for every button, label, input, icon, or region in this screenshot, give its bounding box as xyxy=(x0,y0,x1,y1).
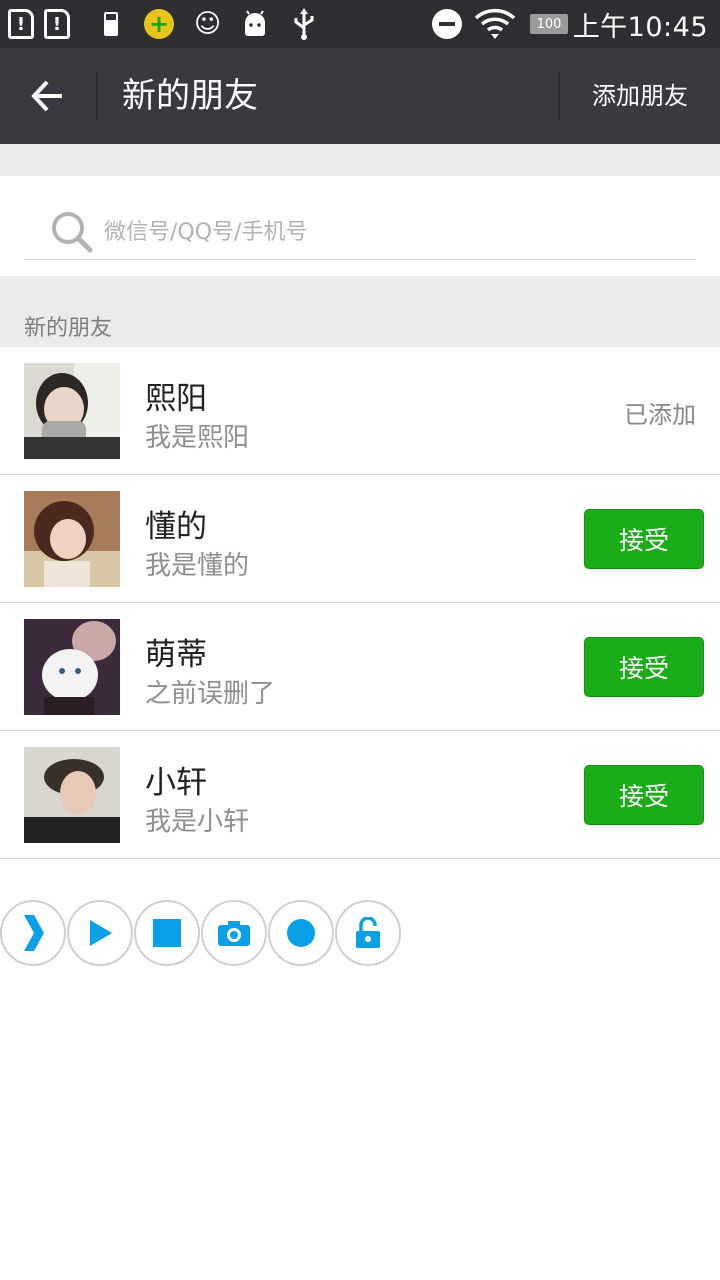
sim1-alert-icon: ! xyxy=(8,6,34,42)
friend-message: 我是熙阳 xyxy=(145,423,250,453)
list-item[interactable]: 懂的 我是懂的 接受 xyxy=(0,475,720,603)
expand-icon xyxy=(24,915,44,951)
camera-button[interactable] xyxy=(201,900,267,966)
friend-message: 我是小轩 xyxy=(145,807,250,837)
section-title: 新的朋友 xyxy=(24,316,113,341)
status-bar: ! ! + ☺ 100 上午10:45 xyxy=(0,0,720,48)
search-box[interactable] xyxy=(24,204,696,260)
accept-button[interactable]: 接受 xyxy=(584,637,704,697)
search-icon xyxy=(52,212,93,253)
toolbar-divider xyxy=(558,72,560,120)
dnd-icon xyxy=(432,6,462,42)
section-header: 新的朋友 xyxy=(0,276,720,347)
friend-name: 萌蒂 xyxy=(145,637,207,673)
add-friend-button[interactable]: 添加朋友 xyxy=(592,48,688,144)
list-item[interactable]: 小轩 我是小轩 接受 xyxy=(0,731,720,859)
security-app-icon: + xyxy=(144,6,174,42)
list-item[interactable]: 萌蒂 之前误删了 接受 xyxy=(0,603,720,731)
search-input[interactable] xyxy=(104,212,664,252)
back-arrow-icon xyxy=(31,80,62,112)
android-icon xyxy=(240,6,270,42)
play-icon xyxy=(90,920,112,946)
friend-message: 我是懂的 xyxy=(145,551,250,581)
stop-icon xyxy=(153,919,181,947)
spacer xyxy=(0,144,720,176)
play-button[interactable] xyxy=(67,900,133,966)
battery-icon: 100 xyxy=(530,6,568,42)
stop-button[interactable] xyxy=(134,900,200,966)
avatar xyxy=(24,747,120,843)
unlock-button[interactable] xyxy=(335,900,401,966)
back-button[interactable] xyxy=(18,66,78,126)
usb-icon xyxy=(290,6,318,42)
avatar xyxy=(24,619,120,715)
battery-small-icon xyxy=(104,6,118,42)
record-icon xyxy=(287,919,315,947)
toolbar: 新的朋友 添加朋友 xyxy=(0,48,720,144)
added-status: 已添加 xyxy=(624,401,696,429)
page-title: 新的朋友 xyxy=(122,76,258,116)
wifi-icon xyxy=(474,6,516,42)
friend-name: 小轩 xyxy=(145,765,207,801)
friend-name: 懂的 xyxy=(145,509,207,545)
friend-message: 之前误删了 xyxy=(145,679,276,709)
expand-button[interactable] xyxy=(0,900,66,966)
toolbar-divider xyxy=(96,72,98,120)
control-strip xyxy=(0,900,402,968)
accept-button[interactable]: 接受 xyxy=(584,765,704,825)
avatar xyxy=(24,363,120,459)
avatar xyxy=(24,491,120,587)
record-button[interactable] xyxy=(268,900,334,966)
emoji-icon: ☺ xyxy=(194,9,222,39)
search-area xyxy=(0,176,720,276)
sim2-alert-icon: ! xyxy=(44,6,70,42)
friend-name: 熙阳 xyxy=(145,381,207,417)
friend-list: 熙阳 我是熙阳 已添加 懂的 我是懂的 接受 萌蒂 之前误删了 接受 小轩 我是… xyxy=(0,347,720,859)
camera-icon xyxy=(218,921,250,946)
accept-button[interactable]: 接受 xyxy=(584,509,704,569)
unlock-icon xyxy=(356,917,380,948)
list-item[interactable]: 熙阳 我是熙阳 已添加 xyxy=(0,347,720,475)
battery-level: 100 xyxy=(530,14,568,34)
status-time: 上午10:45 xyxy=(572,11,708,43)
